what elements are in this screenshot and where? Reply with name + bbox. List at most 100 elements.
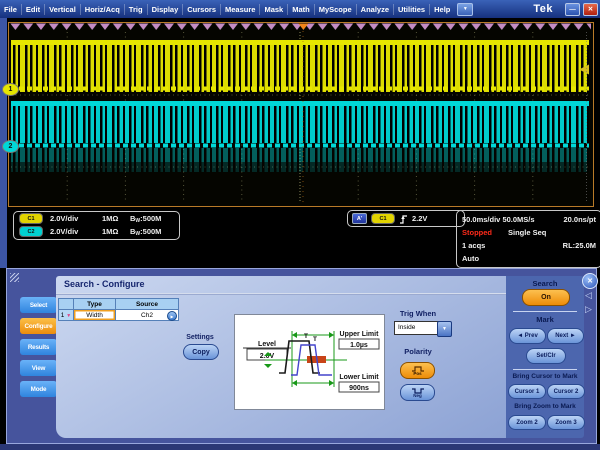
table-header-type: Type	[74, 299, 116, 310]
ch1-impedance: 1MΩ	[102, 214, 130, 223]
trig-when-dropdown-button[interactable]: ▼	[437, 321, 452, 337]
pulse-width-diagram: Level Upper Limit Lower Limit 2.0V 1.0µs…	[234, 314, 385, 410]
menu-edit[interactable]: Edit	[22, 4, 45, 15]
close-button[interactable]: ✕	[583, 3, 598, 16]
minimize-button[interactable]: —	[565, 3, 580, 16]
search-on-button[interactable]: On	[522, 289, 570, 306]
sequence-mode: Single Seq	[508, 226, 546, 239]
acquisition-count: 1 acqs	[462, 239, 485, 252]
mark-prev-button[interactable]: ◄ Prev	[509, 328, 546, 344]
row-number-cell[interactable]: 1 ▼	[59, 310, 74, 321]
horizontal-readout-box: 50.0ms/div 50.0MS/s 20.0ns/pt Stopped Si…	[456, 210, 600, 268]
trigger-source-badge: C1	[371, 213, 395, 224]
divider	[513, 369, 577, 370]
bring-cursor-label: Bring Cursor to Mark	[506, 373, 584, 380]
ch1-bandwidth: BW:500M	[130, 214, 161, 224]
table-header-source: Source	[116, 299, 179, 310]
source-select-button[interactable]: ▶	[167, 311, 177, 321]
dialog-close-button[interactable]: ✕	[582, 273, 598, 289]
menu-overflow-button[interactable]: ▼	[457, 3, 473, 16]
ch1-position-badge[interactable]: 1	[2, 83, 19, 96]
polarity-pos-button[interactable]: Pos	[400, 362, 435, 379]
tab-select[interactable]: Select	[20, 297, 57, 313]
ch1-badge: C1	[19, 213, 43, 224]
ch1-waveform	[11, 40, 589, 92]
minimize-icon: —	[569, 6, 576, 13]
waveform-plot	[9, 23, 591, 204]
collapse-right-arrow[interactable]: ▷	[585, 305, 592, 314]
record-length: RL:25.0M	[563, 239, 596, 252]
ch2-readout[interactable]: C2 2.0V/div 1MΩ BW:500M	[14, 225, 179, 238]
t-mark-1: T	[304, 333, 308, 340]
menu-analyze[interactable]: Analyze	[357, 4, 394, 15]
lower-limit-label: Lower Limit	[339, 374, 379, 381]
zoom3-button[interactable]: Zoom 3	[547, 415, 585, 430]
menu-help[interactable]: Help	[430, 4, 454, 15]
menu-cursors[interactable]: Cursors	[183, 4, 221, 15]
lower-limit-value: 900ns	[349, 385, 369, 392]
resize-grip[interactable]	[10, 273, 19, 282]
menu-display[interactable]: Display	[148, 4, 184, 15]
search-configure-dialog: Select Configure Results View Mode Searc…	[6, 268, 597, 444]
settings-label: Settings	[168, 334, 232, 341]
mark-next-button[interactable]: Next ►	[547, 328, 584, 344]
tab-view[interactable]: View	[20, 360, 57, 376]
menu-trig[interactable]: Trig	[125, 4, 148, 15]
bring-zoom-label: Bring Zoom to Mark	[506, 403, 584, 410]
menu-horiz-acq[interactable]: Horiz/Acq	[81, 4, 125, 15]
row-marker-icon: ▼	[66, 313, 71, 319]
oscilloscope-application: File Edit Vertical Horiz/Acq Trig Displa…	[0, 0, 600, 450]
ch2-waveform	[11, 101, 589, 146]
slope-icon	[399, 214, 408, 224]
divider	[513, 311, 577, 312]
title-separator	[56, 293, 506, 295]
window-bottom-edge	[0, 444, 600, 450]
search-controls-panel: Search On Mark ◄ Prev Next ► Set/Clr Bri…	[506, 276, 584, 438]
play-icon: ▶	[170, 314, 173, 319]
menu-math[interactable]: Math	[288, 4, 315, 15]
cursor1-button[interactable]: Cursor 1	[508, 384, 546, 399]
trigger-a-badge: A'	[352, 213, 367, 224]
cursor2-button[interactable]: Cursor 2	[547, 384, 585, 399]
menu-mask[interactable]: Mask	[260, 4, 288, 15]
ch2-badge: C2	[19, 226, 43, 237]
type-cell[interactable]: Width	[74, 310, 116, 321]
menu-bar: File Edit Vertical Horiz/Acq Trig Displa…	[0, 0, 600, 18]
acquisition-status: Stopped	[462, 226, 492, 239]
copy-button[interactable]: Copy	[183, 344, 219, 360]
ch2-bandwidth: BW:500M	[130, 227, 161, 237]
tab-results[interactable]: Results	[20, 339, 57, 355]
table-row: 1 ▼ Width Ch2 ▶	[59, 310, 179, 321]
configure-panel: Search - Configure Type Source 1 ▼ Width…	[56, 276, 506, 438]
chevron-down-icon: ▼	[442, 326, 447, 332]
ch2-impedance: 1MΩ	[102, 227, 130, 236]
tab-configure[interactable]: Configure	[20, 318, 57, 334]
ch2-position-badge[interactable]: 2	[2, 140, 19, 153]
ch1-scale: 2.0V/div	[50, 214, 102, 223]
menu-file[interactable]: File	[0, 4, 22, 15]
trig-when-value[interactable]: Inside	[394, 321, 441, 335]
level-label: Level	[258, 341, 276, 348]
zoom2-button[interactable]: Zoom 2	[508, 415, 546, 430]
ch1-readout[interactable]: C1 2.0V/div 1MΩ BW:500M	[14, 212, 179, 225]
menu-myscope[interactable]: MyScope	[315, 4, 357, 15]
trigger-mode: Auto	[462, 252, 479, 265]
trigger-level: 2.2V	[412, 214, 427, 223]
mark-set-clear-button[interactable]: Set/Clr	[526, 348, 566, 364]
timebase-readout: 50.0ms/div 50.0MS/s	[462, 213, 535, 226]
resolution-readout: 20.0ns/pt	[563, 213, 596, 226]
trigger-readout-box[interactable]: A' C1 2.2V	[347, 210, 465, 227]
tab-mode[interactable]: Mode	[20, 381, 57, 397]
close-icon: ✕	[588, 5, 593, 13]
graticule[interactable]: 1 2	[8, 22, 594, 207]
menu-utilities[interactable]: Utilities	[394, 4, 430, 15]
polarity-neg-button[interactable]: Neg	[400, 384, 435, 401]
close-icon: ✕	[587, 277, 593, 285]
ch2-scale: 2.0V/div	[50, 227, 102, 236]
collapse-left-arrow[interactable]: ◁	[585, 291, 592, 300]
channel-readout-box: C1 2.0V/div 1MΩ BW:500M C2 2.0V/div 1MΩ …	[13, 211, 180, 240]
menu-vertical[interactable]: Vertical	[45, 4, 81, 15]
menu-measure[interactable]: Measure	[221, 4, 260, 15]
search-label: Search	[506, 279, 584, 288]
source-cell[interactable]: Ch2 ▶	[116, 310, 179, 321]
